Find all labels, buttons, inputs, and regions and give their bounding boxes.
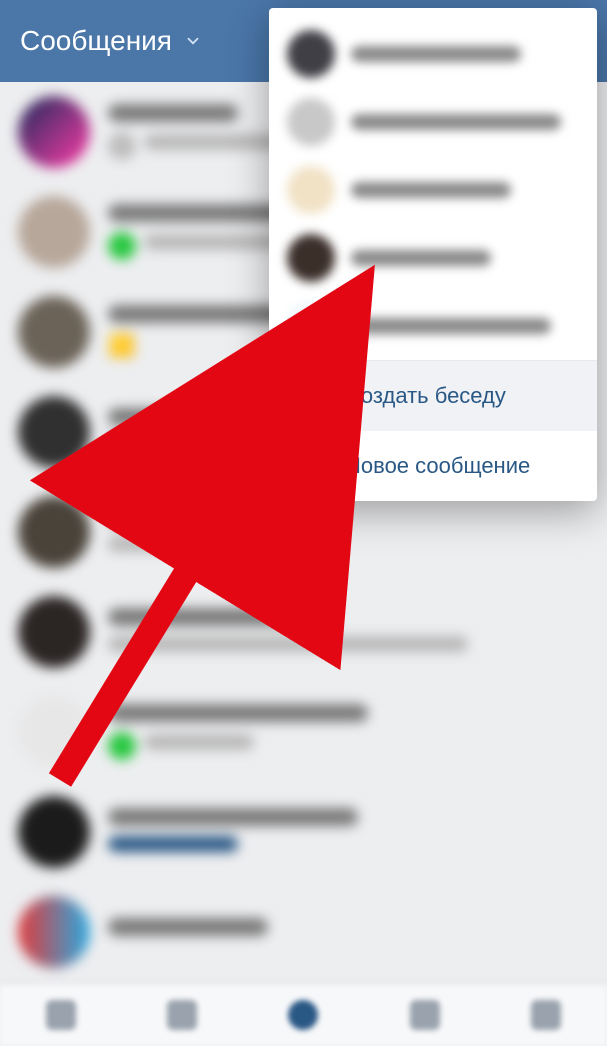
create-chat-label: Создать беседу bbox=[345, 383, 506, 409]
nav-search-icon[interactable] bbox=[167, 1000, 197, 1030]
contact-suggestion[interactable] bbox=[269, 224, 597, 292]
pencil-icon bbox=[289, 454, 317, 478]
chat-row[interactable] bbox=[0, 582, 607, 682]
contact-suggestion[interactable] bbox=[269, 292, 597, 360]
nav-news-icon[interactable] bbox=[46, 1000, 76, 1030]
chevron-down-icon bbox=[184, 25, 202, 57]
header-title-button[interactable]: Сообщения bbox=[20, 25, 202, 57]
create-chat-button[interactable]: Создать беседу bbox=[269, 361, 597, 431]
bottom-nav bbox=[0, 983, 607, 1046]
contact-suggestions bbox=[269, 8, 597, 360]
new-chat-dropdown: Создать беседу Новое сообщение bbox=[269, 8, 597, 501]
contact-suggestion[interactable] bbox=[269, 20, 597, 88]
contact-suggestion[interactable] bbox=[269, 156, 597, 224]
chat-row[interactable] bbox=[0, 682, 607, 782]
header-title-text: Сообщения bbox=[20, 25, 172, 57]
new-message-label: Новое сообщение bbox=[345, 453, 530, 479]
group-icon bbox=[289, 383, 317, 409]
contact-suggestion[interactable] bbox=[269, 88, 597, 156]
nav-menu-icon[interactable] bbox=[531, 1000, 561, 1030]
nav-notifications-icon[interactable] bbox=[410, 1000, 440, 1030]
chat-row[interactable] bbox=[0, 782, 607, 882]
new-message-button[interactable]: Новое сообщение bbox=[269, 431, 597, 501]
nav-messages-icon[interactable] bbox=[288, 1000, 318, 1030]
dropdown-actions: Создать беседу Новое сообщение bbox=[269, 360, 597, 501]
chat-row[interactable] bbox=[0, 882, 607, 982]
